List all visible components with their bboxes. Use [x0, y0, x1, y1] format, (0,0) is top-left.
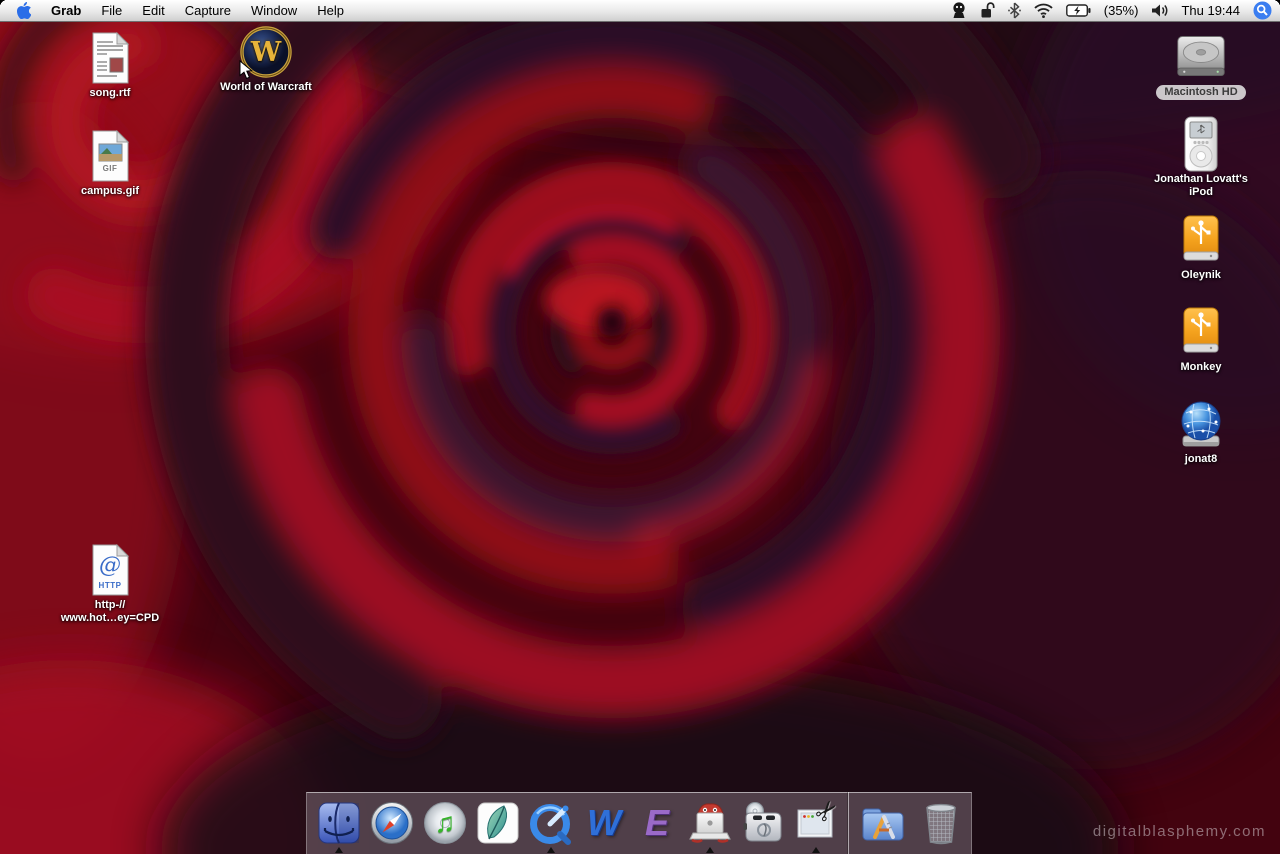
dock-entourage-icon[interactable]: E	[633, 794, 681, 852]
http-badge: HTTP	[98, 581, 122, 590]
icon-label: campus.gif	[80, 185, 140, 197]
webcam-icon[interactable]	[951, 2, 967, 19]
wallpaper-watermark: digitalblasphemy.com	[1092, 823, 1266, 840]
icon-label: World of Warcraft	[220, 81, 312, 93]
dock-photoshop-icon[interactable]	[474, 794, 522, 852]
bluetooth-icon[interactable]	[1007, 2, 1021, 19]
dock-laptop-app-icon[interactable]	[686, 794, 734, 853]
icon-label: iPod	[1189, 186, 1213, 198]
running-indicator	[547, 847, 555, 853]
mouse-cursor	[239, 60, 253, 80]
desktop-icon-web-location[interactable]: @ HTTP http-// www.hot…ey=CPD	[50, 544, 170, 625]
menu-file[interactable]: File	[101, 3, 122, 18]
running-indicator	[335, 847, 343, 853]
wifi-icon[interactable]	[1034, 3, 1053, 18]
running-indicator	[812, 847, 820, 853]
ipod-icon	[1175, 116, 1227, 172]
word-letter: W	[587, 802, 621, 843]
network-drive-icon	[1175, 398, 1227, 450]
itunes-note-glyph: ♫	[434, 807, 456, 838]
dock-trash-icon[interactable]	[917, 794, 965, 852]
at-sign-glyph: @	[99, 553, 121, 578]
dock-applications-folder-icon[interactable]	[859, 794, 907, 852]
screen-corner	[1273, 0, 1280, 7]
icon-label: Jonathan Lovatt's	[1154, 173, 1248, 185]
dock: ♫ W E ✂	[306, 792, 972, 854]
desktop-icon-jonat8[interactable]: jonat8	[1141, 398, 1261, 466]
dock-right-section[interactable]	[848, 792, 973, 854]
battery-charging-icon[interactable]	[1065, 4, 1091, 17]
spotlight-icon[interactable]	[1253, 1, 1272, 20]
desktop: Grab File Edit Capture Window Help (35%)…	[0, 0, 1280, 854]
dock-toast-icon[interactable]	[739, 794, 787, 852]
running-indicator	[706, 847, 714, 853]
usb-drive-icon	[1175, 306, 1227, 358]
dock-word-icon[interactable]: W	[580, 794, 628, 852]
rtf-document-icon	[84, 32, 136, 84]
desktop-icon-world-of-warcraft[interactable]: W World of Warcraft	[206, 26, 326, 94]
dock-itunes-icon[interactable]: ♫	[421, 794, 469, 852]
lock-open-icon[interactable]	[980, 2, 995, 19]
icon-label: song.rtf	[89, 87, 131, 99]
usb-drive-icon	[1175, 214, 1227, 266]
screen-corner	[0, 0, 7, 7]
dock-quicktime-icon[interactable]	[527, 794, 575, 853]
http-webloc-icon: @ HTTP	[84, 544, 136, 596]
menu-capture[interactable]: Capture	[185, 3, 231, 18]
menu-window[interactable]: Window	[251, 3, 297, 18]
menu-bar: Grab File Edit Capture Window Help (35%)…	[0, 0, 1280, 22]
volume-icon[interactable]	[1151, 3, 1168, 18]
dock-finder-icon[interactable]	[315, 794, 363, 853]
desktop-icon-oleynik[interactable]: Oleynik	[1141, 214, 1261, 282]
entourage-letter: E	[644, 802, 669, 843]
icon-label: Monkey	[1180, 361, 1222, 373]
gif-image-icon: GIF	[84, 130, 136, 182]
icon-label: jonat8	[1184, 453, 1218, 465]
desktop-icon-campus-gif[interactable]: GIF campus.gif	[50, 130, 170, 198]
desktop-icon-ipod[interactable]: Jonathan Lovatt's iPod	[1141, 116, 1261, 199]
dock-safari-icon[interactable]	[368, 794, 416, 852]
icon-label: www.hot…ey=CPD	[60, 612, 160, 624]
menu-bar-clock[interactable]: Thu 19:44	[1181, 3, 1240, 18]
wallpaper-rose	[0, 0, 1280, 854]
dock-grab-icon[interactable]: ✂	[792, 792, 845, 853]
menu-app-name[interactable]: Grab	[51, 3, 81, 18]
apple-menu-icon[interactable]	[16, 2, 31, 19]
desktop-icon-song-rtf[interactable]: song.rtf	[50, 32, 170, 100]
icon-label: Oleynik	[1181, 269, 1221, 281]
menu-edit[interactable]: Edit	[142, 3, 164, 18]
icon-label: http-//	[94, 599, 126, 611]
menu-help[interactable]: Help	[317, 3, 344, 18]
icon-label-selected: Macintosh HD	[1156, 85, 1246, 100]
desktop-icon-monkey[interactable]: Monkey	[1141, 306, 1261, 374]
dock-apps: ♫ W E ✂	[307, 792, 846, 854]
battery-percentage: (35%)	[1103, 3, 1139, 18]
desktop-icon-macintosh-hd[interactable]: Macintosh HD	[1141, 30, 1261, 100]
internal-drive-icon	[1175, 30, 1227, 82]
gif-badge: GIF	[102, 164, 118, 173]
